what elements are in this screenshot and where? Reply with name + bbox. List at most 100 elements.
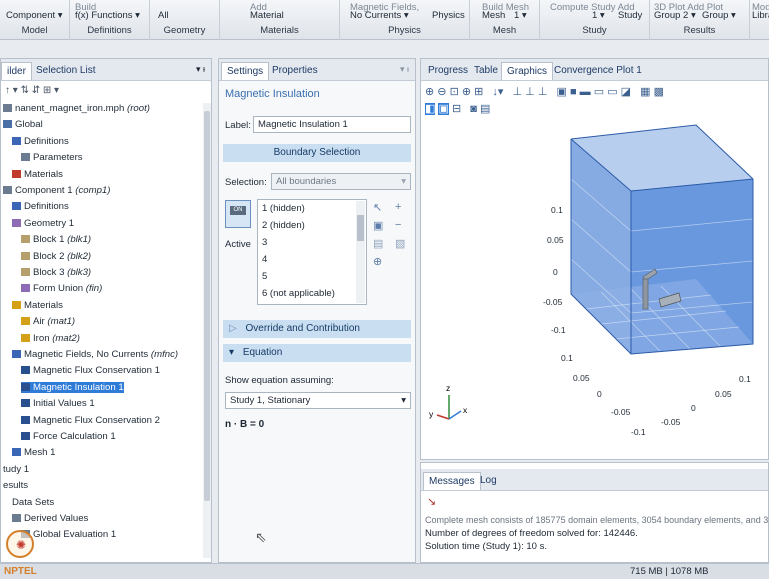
- tab-selection-list[interactable]: Selection List: [31, 62, 100, 80]
- selection-dropdown[interactable]: All boundaries ▾: [271, 173, 411, 190]
- select-points-icon[interactable]: ◪: [621, 86, 631, 98]
- zoom-box-icon[interactable]: ⊡: [450, 86, 459, 98]
- tree-item[interactable]: Air (mat1): [21, 316, 75, 327]
- tree-item[interactable]: Materials: [12, 169, 63, 180]
- deselect-icon[interactable]: ⊟: [452, 103, 461, 115]
- tree-item[interactable]: esults: [3, 480, 28, 491]
- 3d-plot-group-dropdown[interactable]: Group 2 ▾: [654, 10, 696, 21]
- zoom-selected-icon[interactable]: ⊕: [462, 86, 471, 98]
- tree-item[interactable]: Magnetic Flux Conservation 2: [21, 415, 160, 426]
- zoom-in-icon[interactable]: ⊕: [425, 86, 434, 98]
- tab-convergence-plot[interactable]: Convergence Plot 1: [549, 62, 647, 80]
- tree-item[interactable]: Iron (mat2): [21, 333, 80, 344]
- mesh-dropdown[interactable]: 1 ▾: [514, 10, 527, 21]
- tree-item[interactable]: Force Calculation 1: [21, 431, 116, 442]
- boundary-list-item[interactable]: 2 (hidden): [262, 220, 305, 231]
- graphics-canvas[interactable]: 0.1 0.05 0 -0.05 -0.1 0.1 0.05 0 -0.05 -…: [421, 119, 768, 459]
- tab-graphics[interactable]: Graphics: [501, 62, 554, 80]
- view-zx-icon[interactable]: ⊥: [538, 86, 548, 98]
- tree-item[interactable]: Geometry 1: [12, 218, 74, 229]
- tree-item[interactable]: Initial Values 1: [21, 398, 95, 409]
- scrollbar-thumb[interactable]: [357, 215, 364, 241]
- add-physics-button[interactable]: Physics: [432, 10, 465, 21]
- zoom-extents-icon[interactable]: ⊞: [474, 86, 483, 98]
- boundary-selection-header[interactable]: Boundary Selection: [223, 144, 411, 162]
- tree-item[interactable]: Materials: [12, 300, 63, 311]
- select-domains-icon[interactable]: ▬: [580, 86, 591, 98]
- tree-scrollbar-thumb[interactable]: [204, 111, 210, 501]
- camera-icon[interactable]: ◙: [470, 103, 477, 115]
- add-to-selection-icon[interactable]: +: [395, 201, 401, 213]
- tree-item[interactable]: Component 1 (comp1): [3, 185, 110, 196]
- tree-item[interactable]: Definitions: [12, 136, 69, 147]
- boundary-list-item[interactable]: 4: [262, 254, 267, 265]
- zoom-out-icon[interactable]: ⊖: [437, 86, 446, 98]
- tree-item[interactable]: Magnetic Fields, No Currents (mfnc): [12, 349, 178, 360]
- panel-pin-icon[interactable]: ▾ ᵻ: [400, 64, 409, 75]
- tree-item[interactable]: Global: [3, 119, 43, 130]
- tree-item[interactable]: Definitions: [12, 201, 69, 212]
- component-dropdown-button[interactable]: Component ▾: [6, 10, 63, 21]
- clear-messages-icon[interactable]: ↘: [427, 495, 436, 508]
- select-mode-icon[interactable]: ◧: [425, 103, 436, 115]
- image-snapshot-icon[interactable]: ▩: [654, 86, 664, 98]
- tree-scrollbar[interactable]: [203, 103, 211, 558]
- active-toggle-button[interactable]: ON: [225, 200, 251, 228]
- tab-settings[interactable]: Settings: [221, 62, 270, 80]
- functions-dropdown-button[interactable]: f(x) Functions ▾: [75, 10, 140, 21]
- tree-item[interactable]: Block 2 (blk2): [21, 251, 91, 262]
- scene-light-icon[interactable]: ↓▾: [492, 86, 503, 98]
- tree-item[interactable]: Block 1 (blk1): [21, 234, 91, 245]
- tree-item[interactable]: Mesh 1: [12, 447, 55, 458]
- tree-item[interactable]: Magnetic Flux Conservation 1: [21, 365, 160, 376]
- study-dropdown[interactable]: Study 1, Stationary ▾: [225, 392, 411, 409]
- wireframe-icon[interactable]: ■: [570, 86, 577, 98]
- tree-item[interactable]: Parameters: [21, 152, 83, 163]
- view-xy-icon[interactable]: ⊥: [513, 86, 523, 98]
- tree-item[interactable]: Block 3 (blk3): [21, 267, 91, 278]
- select-box-icon[interactable]: ▣: [438, 103, 449, 115]
- boundary-list-item[interactable]: 5: [262, 271, 267, 282]
- add-material-button[interactable]: Material: [250, 10, 284, 21]
- add-plot-group-dropdown[interactable]: Group ▾: [702, 10, 736, 21]
- tree-item[interactable]: Form Union (fin): [21, 283, 102, 294]
- tab-model-builder[interactable]: ilder: [1, 62, 32, 80]
- print-icon[interactable]: ▦: [640, 86, 650, 98]
- tree-item[interactable]: tudy 1: [3, 464, 29, 475]
- build-mesh-button[interactable]: Mesh: [482, 10, 505, 21]
- tab-table[interactable]: Table: [469, 62, 503, 80]
- copy-selection-icon[interactable]: ▣: [373, 219, 383, 232]
- remove-from-selection-icon[interactable]: −: [395, 219, 401, 231]
- boundary-list-item[interactable]: 1 (hidden): [262, 203, 305, 214]
- zoom-to-selection-icon[interactable]: ⊕: [373, 255, 382, 268]
- select-edges-icon[interactable]: ▭: [607, 86, 617, 98]
- select-boundaries-icon[interactable]: ▭: [594, 86, 604, 98]
- tab-messages[interactable]: Messages: [423, 472, 481, 490]
- tab-progress[interactable]: Progress: [423, 62, 473, 80]
- tree-item[interactable]: Data Sets: [12, 497, 54, 508]
- tree-item[interactable]: nanent_magnet_iron.mph (root): [3, 103, 150, 114]
- panel-pin-icon[interactable]: ▾ ᵻ: [196, 64, 205, 75]
- view-yz-icon[interactable]: ⊥: [525, 86, 535, 98]
- tree-item[interactable]: Derived Values: [12, 513, 88, 524]
- equation-header[interactable]: ▾ Equation: [223, 344, 411, 362]
- no-currents-dropdown[interactable]: No Currents ▾: [350, 10, 409, 21]
- label-field[interactable]: Magnetic Insulation 1: [253, 116, 411, 133]
- transparency-icon[interactable]: ▣: [556, 86, 566, 98]
- tree-toolbar-arrows-icon[interactable]: ↑ ▾ ⇅ ⇵ ⊞ ▾: [5, 85, 59, 96]
- tab-log[interactable]: Log: [475, 472, 502, 490]
- tree-item[interactable]: Magnetic Insulation 1: [21, 381, 124, 393]
- build-all-button[interactable]: All: [158, 10, 169, 21]
- boundary-list-scrollbar[interactable]: [356, 201, 365, 303]
- paste-selection-icon[interactable]: ▤: [373, 237, 383, 250]
- add-study-button[interactable]: Study: [618, 10, 642, 21]
- boundary-list[interactable]: 1 (hidden) 2 (hidden) 3 4 5 6 (not appli…: [257, 199, 367, 305]
- libraries-button[interactable]: Librar: [752, 10, 769, 21]
- tab-properties[interactable]: Properties: [267, 62, 323, 80]
- boundary-list-item[interactable]: 6 (not applicable): [262, 288, 335, 299]
- paint-select-icon[interactable]: ↖: [373, 201, 382, 214]
- tree-item[interactable]: Global Evaluation 1: [21, 529, 116, 540]
- override-contribution-header[interactable]: ▷ Override and Contribution: [223, 320, 411, 338]
- boundary-list-item[interactable]: 3: [262, 237, 267, 248]
- study-dropdown[interactable]: 1 ▾: [592, 10, 605, 21]
